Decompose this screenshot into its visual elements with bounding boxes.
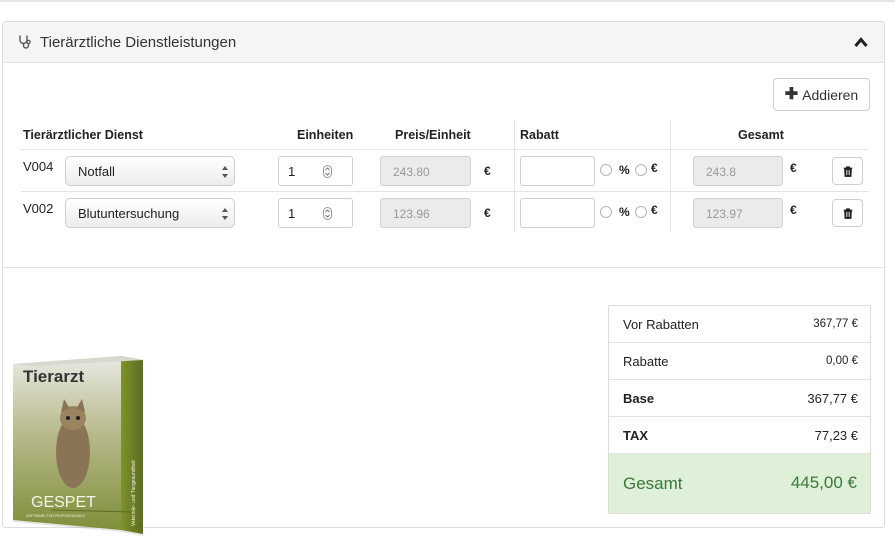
summary-label: Rabatte: [623, 354, 669, 369]
stepper-icon[interactable]: [323, 165, 332, 178]
summary-label: Base: [623, 391, 655, 406]
discount-percent-radio[interactable]: [600, 206, 612, 218]
service-select[interactable]: Notfall: [65, 156, 235, 186]
plus-icon: ✚: [784, 85, 799, 103]
currency-label: €: [484, 164, 491, 178]
delete-row-button[interactable]: [832, 157, 863, 185]
header-discount: Rabatt: [520, 128, 559, 142]
discount-percent-radio[interactable]: [600, 164, 612, 176]
add-service-button[interactable]: ✚ Addieren: [773, 78, 870, 111]
panel-header: Tierärztliche Dienstleistungen: [3, 22, 884, 63]
summary-grand-total: Gesamt 445,00 €: [609, 454, 870, 513]
summary-tax: TAX 77,23 €: [609, 417, 870, 454]
service-select-value: Blutuntersuchung: [78, 206, 180, 221]
top-divider: [0, 0, 895, 2]
total-field: 123.97: [693, 198, 783, 228]
trash-icon: [843, 165, 852, 177]
euro-label: €: [651, 161, 658, 175]
stepper-icon[interactable]: [323, 207, 332, 220]
select-arrows-icon: [222, 166, 228, 178]
service-select-value: Notfall: [78, 164, 115, 179]
units-input[interactable]: 1: [278, 156, 353, 186]
column-divider: [514, 120, 515, 232]
discount-euro-radio[interactable]: [635, 206, 647, 218]
currency-label: €: [790, 203, 797, 217]
percent-label: %: [619, 205, 630, 219]
euro-label: €: [651, 203, 658, 217]
delete-row-button[interactable]: [832, 199, 863, 227]
summary-label: TAX: [623, 428, 649, 443]
header-service: Tierärztlicher Dienst: [23, 128, 143, 142]
service-code: V002: [23, 201, 54, 216]
unit-price-value: 243.80: [393, 165, 430, 179]
section-divider: [3, 267, 884, 268]
product-title: Tierarzt: [23, 367, 84, 386]
select-arrows-icon: [222, 208, 228, 220]
summary-label: Vor Rabatten: [623, 317, 699, 332]
summary-base: Base 367,77 €: [609, 380, 870, 417]
grand-total-value: 445,00 €: [790, 473, 857, 492]
total-value: 123.97: [706, 207, 743, 221]
header-unit-price: Preis/Einheit: [395, 128, 471, 142]
discount-euro-radio[interactable]: [635, 164, 647, 176]
service-select[interactable]: Blutuntersuchung: [65, 198, 235, 228]
product-brand: GESPET: [31, 494, 96, 511]
summary-value: 77,23 €: [814, 428, 858, 443]
header-total: Gesamt: [738, 128, 784, 142]
units-value: 1: [288, 164, 296, 179]
summary-discounts: Rabatte 0,00 €: [609, 343, 870, 380]
header-units: Einheiten: [297, 128, 354, 142]
product-box-image: Tierarzt GESPET SOFTWARE FÜR PROFESSIONA…: [13, 356, 143, 536]
service-code: V004: [23, 159, 54, 174]
add-button-label: Addieren: [802, 86, 859, 103]
row-divider: [21, 191, 869, 192]
services-panel: Tierärztliche Dienstleistungen ✚ Addiere…: [2, 21, 885, 536]
panel-title: Tierärztliche Dienstleistungen: [40, 34, 237, 51]
product-tagline: Veterinär- und Tiergesundheit: [131, 460, 137, 526]
total-value: 243.8: [706, 165, 737, 179]
summary-value: 0,00 €: [826, 355, 858, 367]
discount-input[interactable]: [520, 156, 595, 186]
currency-label: €: [484, 206, 491, 220]
unit-price-value: 123.96: [393, 207, 430, 221]
grand-total-label: Gesamt: [623, 474, 683, 493]
summary-before-discounts: Vor Rabatten 367,77 €: [609, 306, 870, 343]
percent-label: %: [619, 163, 630, 177]
unit-price-field: 123.96: [380, 198, 471, 228]
price-summary: Vor Rabatten 367,77 € Rabatte 0,00 € Bas…: [608, 305, 871, 514]
units-value: 1: [288, 206, 296, 221]
trash-icon: [843, 207, 852, 219]
chevron-up-icon[interactable]: [854, 36, 868, 48]
stethoscope-icon: [19, 35, 31, 49]
units-input[interactable]: 1: [278, 198, 353, 228]
column-divider: [670, 120, 671, 232]
product-footer: SOFTWARE FÜR PROFESSIONALS: [26, 514, 85, 518]
discount-input[interactable]: [520, 198, 595, 228]
summary-value: 367,77 €: [813, 318, 858, 330]
total-field: 243.8: [693, 156, 783, 186]
summary-value: 367,77 €: [807, 391, 858, 406]
header-divider: [21, 149, 869, 150]
currency-label: €: [790, 161, 797, 175]
unit-price-field: 243.80: [380, 156, 471, 186]
